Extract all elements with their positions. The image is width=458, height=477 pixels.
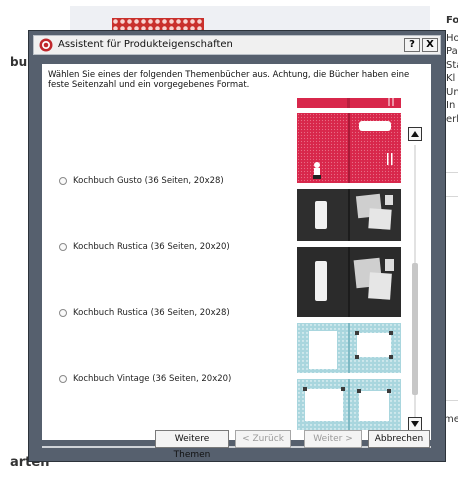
option-label: Kochbuch Vintage (36 Seiten, 20x20): [73, 374, 232, 384]
option-label: Kochbuch Rustica (36 Seiten, 20x28): [73, 308, 230, 318]
background-right-text: Ho: [446, 32, 458, 44]
background-right-text: Fo: [446, 15, 458, 26]
background-right-text: Un: [446, 86, 458, 98]
next-button[interactable]: Weiter >: [304, 430, 362, 448]
product-properties-dialog: Assistent für Produkteigenschaften ? X W…: [28, 30, 446, 462]
radio-button[interactable]: [59, 375, 67, 383]
radio-button[interactable]: [59, 309, 67, 317]
app-logo-icon: [39, 38, 53, 52]
close-button[interactable]: X: [422, 38, 438, 52]
radio-button[interactable]: [59, 243, 67, 251]
dialog-titlebar[interactable]: Assistent für Produkteigenschaften ? X: [33, 35, 441, 55]
arrow-up-icon: [411, 131, 419, 137]
intro-text: Wählen Sie eines der folgenden Themenbüc…: [48, 70, 410, 90]
thumbnail-vintage-alt: [297, 379, 401, 430]
theme-option-rustica-20x28[interactable]: Kochbuch Rustica (36 Seiten, 20x28): [59, 306, 230, 320]
back-button[interactable]: < Zurück: [235, 430, 291, 448]
theme-option-rustica-20x20[interactable]: Kochbuch Rustica (36 Seiten, 20x20): [59, 240, 230, 254]
cancel-button[interactable]: Abbrechen: [368, 430, 430, 448]
thumbnail-gusto: [297, 113, 401, 183]
radio-button[interactable]: [59, 177, 67, 185]
theme-option-gusto[interactable]: Kochbuch Gusto (36 Seiten, 20x28): [59, 174, 224, 188]
thumbnail-rustica-20x20: [297, 189, 401, 241]
background-right-text: erl: [446, 113, 458, 125]
background-right-text: Kl: [446, 73, 456, 84]
thumbnail-gusto-partial: [297, 98, 401, 108]
more-themes-button[interactable]: Weitere Themen: [155, 430, 229, 460]
dialog-title: Assistent für Produkteigenschaften: [58, 39, 233, 50]
scroll-down-button[interactable]: [408, 417, 422, 431]
option-label: Kochbuch Gusto (36 Seiten, 20x28): [73, 176, 224, 186]
help-button[interactable]: ?: [404, 38, 420, 52]
scroll-up-button[interactable]: [408, 127, 422, 141]
background-right-text: In: [446, 100, 456, 111]
dialog-content: Wählen Sie eines der folgenden Themenbüc…: [42, 64, 431, 440]
background-right-column: Fo Ho Pa Sta Kl Un In erl: [446, 14, 458, 126]
background-right-text: Sta: [446, 59, 458, 71]
theme-preview-list[interactable]: [297, 98, 403, 430]
background-right-text: Pa: [446, 46, 458, 57]
background-right-bottom-text: me: [444, 414, 458, 425]
scrollbar-thumb[interactable]: [412, 263, 418, 395]
thumbnail-vintage: [297, 323, 401, 373]
option-label: Kochbuch Rustica (36 Seiten, 20x20): [73, 242, 230, 252]
arrow-down-icon: [411, 421, 419, 427]
background-left-heading: bu: [10, 55, 28, 69]
vertical-scrollbar[interactable]: [408, 127, 424, 439]
theme-option-vintage[interactable]: Kochbuch Vintage (36 Seiten, 20x20): [59, 372, 231, 386]
thumbnail-rustica-20x28: [297, 247, 401, 317]
